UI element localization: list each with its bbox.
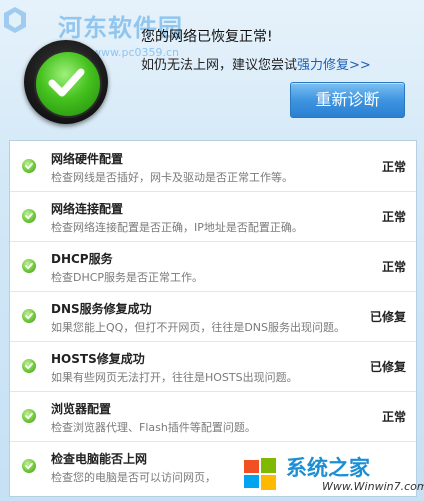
check-row: DNS服务修复成功 如果您能上QQ，但打不开网页，往往是DNS服务出现问题。 已… [10,291,416,342]
check-row: 网络硬件配置 检查网线是否插好，网卡及驱动是否正常工作等。 正常 [10,141,416,192]
checkmark-icon [48,68,85,97]
check-desc: 如果有些网页无法打开，往往是HOSTS出现问题。 [51,371,298,384]
check-list: 网络硬件配置 检查网线是否插好，网卡及驱动是否正常工作等。 正常 网络连接配置 … [9,140,417,497]
check-desc: 检查网线是否插好，网卡及驱动是否正常工作等。 [51,171,293,184]
ok-check-icon [22,359,36,373]
check-desc: 如果您能上QQ，但打不开网页，往往是DNS服务出现问题。 [51,321,345,334]
ok-check-icon [22,209,36,223]
check-row: 浏览器配置 检查浏览器代理、Flash插件等配置问题。 正常 [10,391,416,442]
ok-check-icon [22,159,36,173]
check-desc: 检查网络连接配置是否正确，IP地址是否配置正确。 [51,221,303,234]
check-title: HOSTS修复成功 [51,352,145,366]
check-desc: 检查DHCP服务是否正常工作。 [51,271,204,284]
check-title: 网络硬件配置 [51,152,124,166]
check-title: 浏览器配置 [51,402,112,416]
ok-check-icon [22,309,36,323]
check-status: 正常 [381,160,406,174]
check-status: 正常 [381,210,406,224]
ok-check-icon [22,409,36,423]
subline-text: 如仍无法上网，建议您尝试 [141,58,298,73]
check-desc: 检查浏览器代理、Flash插件等配置问题。 [51,421,256,434]
check-status: 已修复 [369,360,406,374]
status-subline: 如仍无法上网，建议您尝试强力修复>> [141,54,371,73]
check-row: HOSTS修复成功 如果有些网页无法打开，往往是HOSTS出现问题。 已修复 [10,341,416,392]
corner-watermark: 系统之家 Www.Winwin7.com [240,452,424,498]
status-headline: 您的网络已恢复正常! [141,29,273,45]
network-ok-badge [24,40,108,124]
header: 河东软件园 www.pc0359.cn 您的网络已恢复正常! 如仍无法上网，建议… [0,0,424,140]
watermark-site: Www.Winwin7.com [322,480,424,493]
force-repair-link[interactable]: 强力修复>> [297,58,371,73]
check-row: DHCP服务 检查DHCP服务是否正常工作。 正常 [10,241,416,292]
site-logo-icon [2,6,28,34]
rediagnose-button[interactable]: 重新诊断 [290,82,405,118]
check-title: 检查电脑能否上网 [51,452,148,466]
check-status: 正常 [381,260,406,274]
check-title: DHCP服务 [51,252,113,266]
check-status: 已修复 [369,310,406,324]
check-status: 正常 [381,410,406,424]
ok-check-icon [22,259,36,273]
windows-logo-icon [244,458,276,490]
check-title: DNS服务修复成功 [51,302,152,316]
check-title: 网络连接配置 [51,202,124,216]
check-desc: 检查您的电脑是否可以访问网页， [51,471,216,484]
ok-check-icon [22,459,36,473]
watermark-brand: 系统之家 [286,456,370,480]
check-row: 网络连接配置 检查网络连接配置是否正确，IP地址是否配置正确。 正常 [10,191,416,242]
